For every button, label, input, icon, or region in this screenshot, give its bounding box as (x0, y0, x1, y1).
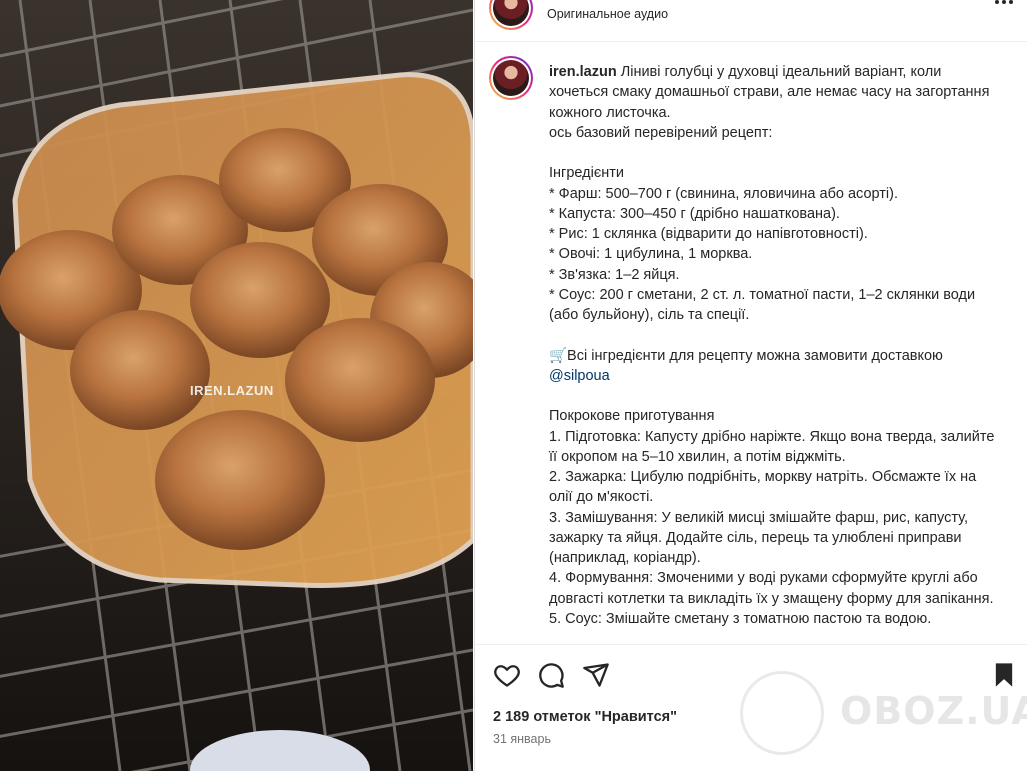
post-header: Оригинальное аудио (475, 0, 1027, 42)
caption-username[interactable]: iren.lazun (549, 64, 617, 80)
oboz-watermark: OBOZ.UA (740, 671, 1027, 755)
post-caption: iren.lazun Ліниві голубці у духовці ідеа… (475, 41, 1027, 644)
likes-count[interactable]: 2 189 отметок "Нравится" (493, 709, 677, 725)
post-video[interactable]: IREN.LAZUN (0, 0, 473, 771)
video-watermark: IREN.LAZUN (190, 383, 274, 398)
heart-icon[interactable] (493, 661, 521, 689)
action-bar: OBOZ.UA 2 189 отметок "Нравится" 31 янва… (475, 644, 1027, 772)
post-date: 31 январь (493, 732, 551, 746)
caption-body-2: Покрокове приготування 1. Підготовка: Ка… (549, 408, 995, 627)
comment-icon[interactable] (537, 661, 565, 689)
caption-avatar[interactable] (489, 56, 533, 100)
caption-body-1: Ліниві голубці у духовці ідеальний варіа… (549, 64, 990, 364)
post-side-panel: Оригинальное аудио iren.lazun Ліниві гол… (474, 0, 1027, 771)
send-icon[interactable] (582, 661, 610, 689)
author-avatar[interactable] (489, 0, 533, 30)
audio-label[interactable]: Оригинальное аудио (547, 7, 668, 21)
caption-text: iren.lazun Ліниві голубці у духовці ідеа… (549, 62, 999, 629)
mention-link[interactable]: @silpoua (549, 368, 610, 384)
oboz-brand-text: OBOZ.UA (840, 689, 1027, 733)
more-horizontal-icon[interactable] (994, 0, 1014, 10)
